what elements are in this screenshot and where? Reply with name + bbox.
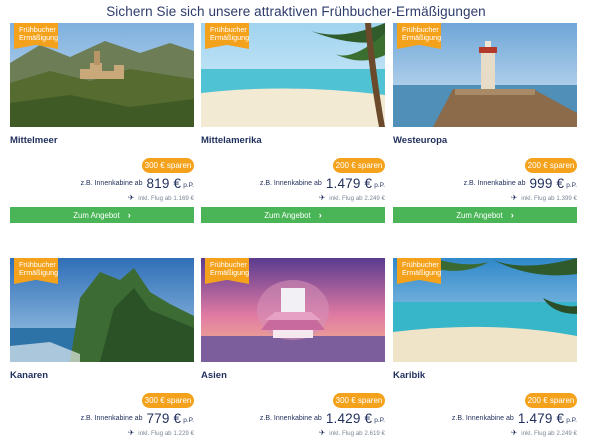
offer-button[interactable]: Zum Angebot ›	[393, 207, 577, 223]
offer-card-karibik: Frühbucher Ermäßigung Karibik 200 € spare…	[393, 258, 577, 437]
price-amount: 1.429 €	[325, 411, 373, 426]
airplane-icon: ✈	[127, 428, 135, 437]
price-amount: 779 €	[146, 411, 182, 426]
flight-price-note: ✈ inkl. Flug ab 1.169 €	[127, 193, 194, 202]
chevron-right-icon: ›	[510, 210, 514, 220]
airplane-icon: ✈	[318, 428, 326, 437]
chevron-right-icon: ›	[127, 210, 131, 220]
offer-image[interactable]: Frühbucher Ermäßigung	[201, 23, 385, 127]
section-headline: Sichern Sie sich unsere attraktiven Früh…	[106, 4, 486, 19]
offer-image[interactable]: Frühbucher Ermäßigung	[10, 23, 194, 127]
price-amount: 819 €	[146, 176, 182, 191]
price-line: z.B. Innenkabine ab 1.479 € p.P.	[259, 176, 385, 191]
offer-card-mittelamerika: Frühbucher Ermäßigung Mittelamerika 200 €…	[201, 23, 385, 223]
savings-badge: 300 € sparen	[142, 393, 194, 408]
price-amount: 1.479 €	[517, 411, 565, 426]
destination-title: Kanaren	[10, 370, 49, 381]
price-line: z.B. Innenkabine ab 819 € p.P.	[80, 176, 194, 191]
savings-badge: 300 € sparen	[333, 393, 385, 408]
offer-card-asien: Frühbucher Ermäßigung Asien 300 € sparen …	[201, 258, 385, 437]
offer-image[interactable]: Frühbucher Ermäßigung	[393, 258, 577, 362]
flight-price-note: ✈ inkl. Flug ab 1.229 €	[127, 428, 194, 437]
savings-badge: 200 € sparen	[525, 158, 577, 173]
airplane-icon: ✈	[510, 193, 518, 202]
destination-title: Westeuropa	[393, 135, 448, 146]
offer-button[interactable]: Zum Angebot ›	[201, 207, 385, 223]
offer-image[interactable]: Frühbucher Ermäßigung	[10, 258, 194, 362]
savings-badge: 300 € sparen	[142, 158, 194, 173]
flight-price-note: ✈ inkl. Flug ab 2.249 €	[510, 428, 577, 437]
airplane-icon: ✈	[127, 193, 135, 202]
price-amount: 999 €	[529, 176, 565, 191]
chevron-right-icon: ›	[318, 210, 322, 220]
offer-card-mittelmeer: Frühbucher Ermäßigung Mittelmeer 300 € sp…	[10, 23, 194, 223]
offer-button[interactable]: Zum Angebot ›	[10, 207, 194, 223]
price-line: z.B. Innenkabine ab 999 € p.P.	[463, 176, 577, 191]
destination-title: Asien	[201, 370, 227, 381]
price-line: z.B. Innenkabine ab 779 € p.P.	[80, 411, 194, 426]
flight-price-note: ✈ inkl. Flug ab 1.399 €	[510, 193, 577, 202]
price-line: z.B. Innenkabine ab 1.429 € p.P.	[259, 411, 385, 426]
airplane-icon: ✈	[510, 428, 518, 437]
flight-price-note: ✈ inkl. Flug ab 2.249 €	[318, 193, 385, 202]
flight-price-note: ✈ inkl. Flug ab 2.619 €	[318, 428, 385, 437]
destination-title: Mittelamerika	[201, 135, 262, 146]
savings-badge: 200 € sparen	[525, 393, 577, 408]
destination-title: Karibik	[393, 370, 426, 381]
offer-image[interactable]: Frühbucher Ermäßigung	[201, 258, 385, 362]
destination-title: Mittelmeer	[10, 135, 58, 146]
offer-image[interactable]: Frühbucher Ermäßigung	[393, 23, 577, 127]
airplane-icon: ✈	[318, 193, 326, 202]
price-line: z.B. Innenkabine ab 1.479 € p.P.	[451, 411, 577, 426]
price-amount: 1.479 €	[325, 176, 373, 191]
offer-card-westeuropa: Frühbucher Ermäßigung Westeuropa 200 € sp…	[393, 23, 577, 223]
offer-card-kanaren: Frühbucher Ermäßigung Kanaren 300 € spare…	[10, 258, 194, 437]
savings-badge: 200 € sparen	[333, 158, 385, 173]
